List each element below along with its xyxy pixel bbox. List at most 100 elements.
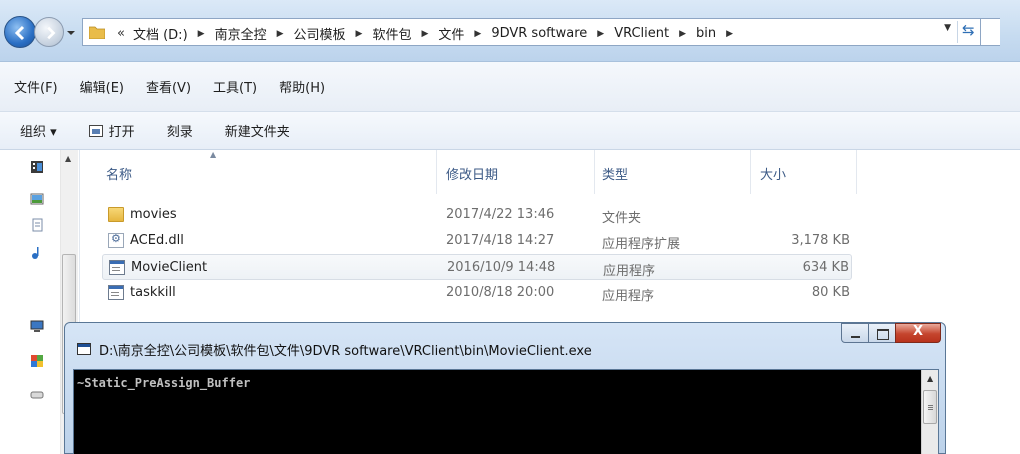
file-date: 2017/4/18 14:27: [446, 233, 555, 248]
breadcrumb-item[interactable]: 文件: [438, 24, 464, 43]
file-row[interactable]: taskkill 2010/8/18 20:00 应用程序 80 KB: [102, 280, 852, 306]
open-label: 打开: [108, 125, 135, 140]
console-window[interactable]: D:\南京全控\公司模板\软件包\文件\9DVR software\VRClie…: [64, 322, 946, 454]
breadcrumb-item[interactable]: 9DVR software: [491, 26, 587, 41]
file-name: taskkill: [130, 285, 176, 300]
menu-item[interactable]: 查看(V): [146, 77, 191, 96]
breadcrumb-separator-icon[interactable]: ▶: [356, 29, 363, 39]
sort-ascending-icon: ▲: [210, 150, 217, 159]
file-type: 应用程序: [603, 264, 656, 279]
column-header-size[interactable]: 大小: [760, 164, 786, 183]
file-date: 2016/10/9 14:48: [447, 260, 556, 275]
column-divider[interactable]: [594, 150, 595, 194]
breadcrumb-overflow[interactable]: «: [117, 26, 125, 41]
column-divider[interactable]: [750, 150, 751, 194]
file-name: movies: [130, 207, 177, 222]
console-output-area[interactable]: ~Static_PreAssign_Buffer ▲: [73, 369, 939, 454]
console-output-text: ~Static_PreAssign_Buffer: [77, 376, 251, 390]
address-bar-area: « 文档 (D:) ▶ 南京全控 ▶ 公司模板 ▶ 软件包 ▶ 文件 ▶ 9DVR software…: [0, 0, 1020, 62]
music-icon[interactable]: [30, 246, 44, 260]
breadcrumb-separator-icon[interactable]: ▶: [597, 29, 604, 39]
videos-icon[interactable]: [30, 160, 44, 174]
scroll-up-icon[interactable]: ▲: [65, 154, 71, 163]
file-row[interactable]: ACEd.dll 2017/4/18 14:27 应用程序扩展 3,178 KB: [102, 228, 852, 254]
column-header-name[interactable]: 名称: [106, 164, 132, 183]
close-icon: X: [913, 324, 924, 339]
breadcrumb-item[interactable]: 软件包: [372, 24, 411, 43]
recent-pages-dropdown-icon[interactable]: [66, 28, 76, 38]
file-row[interactable]: movies 2017/4/22 13:46 文件夹: [102, 202, 852, 228]
new-folder-button[interactable]: 新建文件夹: [225, 121, 290, 140]
back-arrow-icon: [14, 25, 25, 41]
organize-label: 组织 ▾: [20, 125, 57, 140]
breadcrumb-item[interactable]: 南京全控: [215, 24, 267, 43]
folder-icon: [108, 207, 124, 222]
file-date: 2010/8/18 20:00: [446, 285, 555, 300]
breadcrumb-item[interactable]: VRClient: [614, 26, 669, 41]
forward-button[interactable]: [34, 17, 64, 47]
burn-button[interactable]: 刻录: [167, 121, 193, 140]
breadcrumb: « 文档 (D:) ▶ 南京全控 ▶ 公司模板 ▶ 软件包 ▶ 文件 ▶ 9DVR software…: [117, 24, 743, 43]
file-size: 3,178 KB: [791, 233, 850, 248]
documents-icon[interactable]: [30, 218, 44, 232]
refresh-button[interactable]: ⇆: [957, 21, 979, 43]
drive-icon[interactable]: [30, 388, 44, 402]
exe-icon: [109, 260, 125, 275]
grip-icon: [928, 405, 933, 406]
search-input[interactable]: [980, 19, 1000, 45]
address-history-dropdown-icon[interactable]: ▼: [944, 23, 951, 33]
column-divider[interactable]: [436, 150, 437, 194]
file-name: MovieClient: [131, 260, 208, 275]
back-button[interactable]: [4, 16, 36, 48]
exe-icon: [108, 285, 124, 300]
file-type: 应用程序: [602, 289, 655, 304]
window-controls: X: [841, 323, 941, 343]
menu-bar: 文件(F) 编辑(E) 查看(V) 工具(T) 帮助(H): [0, 62, 1020, 112]
open-button[interactable]: 打开: [88, 121, 135, 140]
breadcrumb-item[interactable]: 公司模板: [294, 24, 346, 43]
menu-item[interactable]: 工具(T): [213, 77, 257, 96]
computer-icon[interactable]: [30, 320, 44, 334]
column-header-type[interactable]: 类型: [602, 164, 628, 183]
file-name: ACEd.dll: [130, 233, 184, 248]
breadcrumb-item[interactable]: 文档 (D:): [133, 24, 188, 43]
open-icon: [88, 124, 103, 137]
dll-icon: [108, 232, 124, 248]
breadcrumb-item[interactable]: bin: [696, 26, 716, 41]
column-header-date[interactable]: 修改日期: [446, 164, 498, 183]
console-app-icon[interactable]: [77, 343, 91, 355]
file-size: 80 KB: [811, 285, 850, 300]
menu-item[interactable]: 编辑(E): [80, 77, 124, 96]
console-title: D:\南京全控\公司模板\软件包\文件\9DVR software\VRClie…: [99, 344, 592, 359]
file-date: 2017/4/22 13:46: [446, 207, 555, 222]
folder-icon: [89, 26, 105, 39]
refresh-icon: ⇆: [962, 21, 975, 39]
breadcrumb-separator-icon[interactable]: ▶: [679, 29, 686, 39]
command-toolbar: 组织 ▾ 打开 刻录 新建文件夹: [0, 112, 1020, 150]
maximize-button[interactable]: [868, 323, 896, 343]
menu-item[interactable]: 文件(F): [14, 77, 58, 96]
column-divider[interactable]: [856, 150, 857, 194]
pictures-icon[interactable]: [30, 192, 44, 206]
file-row[interactable]: MovieClient 2016/10/9 14:48 应用程序 634 KB: [102, 254, 852, 280]
breadcrumb-separator-icon[interactable]: ▶: [421, 29, 428, 39]
scroll-up-icon[interactable]: ▲: [927, 374, 933, 383]
file-type: 文件夹: [602, 211, 642, 226]
burn-label: 刻录: [166, 125, 193, 140]
file-type: 应用程序扩展: [602, 237, 681, 252]
address-breadcrumb[interactable]: « 文档 (D:) ▶ 南京全控 ▶ 公司模板 ▶ 软件包 ▶ 文件 ▶ 9DVR software…: [82, 18, 1000, 46]
close-button[interactable]: X: [895, 323, 941, 343]
new-folder-label: 新建文件夹: [224, 125, 290, 140]
forward-arrow-icon: [47, 26, 56, 40]
menu-item[interactable]: 帮助(H): [279, 77, 325, 96]
scrollbar-thumb[interactable]: [923, 390, 937, 424]
organize-button[interactable]: 组织 ▾: [20, 121, 57, 140]
breadcrumb-separator-icon[interactable]: ▶: [198, 29, 205, 39]
minimize-button[interactable]: [841, 323, 869, 343]
control-panel-icon[interactable]: [30, 354, 44, 368]
breadcrumb-separator-icon[interactable]: ▶: [474, 29, 481, 39]
file-size: 634 KB: [802, 260, 849, 275]
breadcrumb-separator-icon[interactable]: ▶: [277, 29, 284, 39]
breadcrumb-separator-icon[interactable]: ▶: [726, 29, 733, 39]
console-scrollbar[interactable]: ▲: [921, 370, 938, 454]
